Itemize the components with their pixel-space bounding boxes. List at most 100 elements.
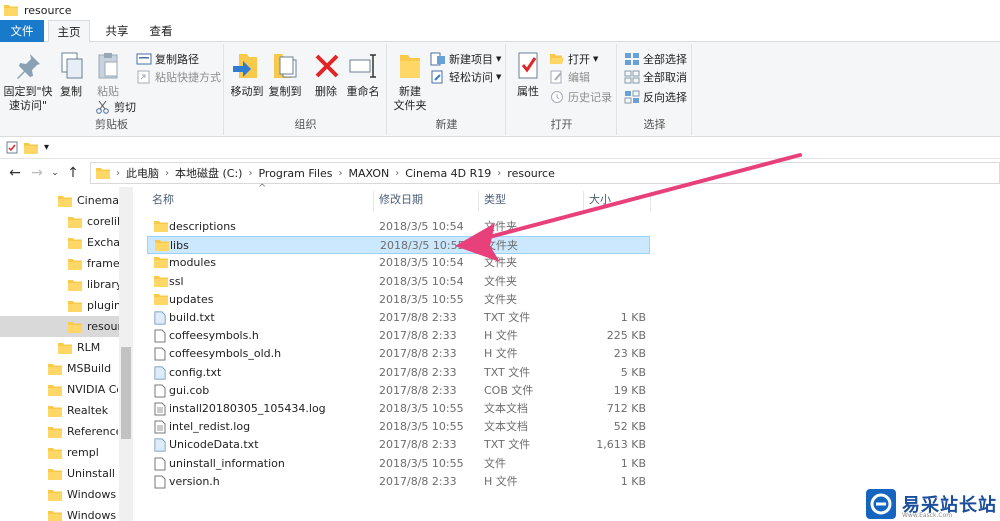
nav-item[interactable]: Windows D <box>48 505 118 521</box>
paste-shortcut-button[interactable]: 粘贴快捷方式 <box>136 68 221 86</box>
tab-file[interactable]: 文件 <box>0 20 44 42</box>
column-header-size[interactable]: 大小 <box>589 187 649 213</box>
column-header-name[interactable]: 名称 <box>152 187 372 213</box>
nav-item[interactable]: Reference <box>48 421 118 442</box>
nav-item[interactable]: RLM <box>58 337 119 358</box>
file-row[interactable]: install20180305_105434.log 2018/3/5 10:55… <box>147 400 650 418</box>
breadcrumb-maxon[interactable]: MAXON <box>349 167 390 180</box>
open-group-label: 打开 <box>550 118 573 131</box>
file-row[interactable]: version.h 2017/8/8 2:33 H 文件 1 KB <box>147 473 650 491</box>
paste-icon <box>92 50 124 82</box>
delete-button[interactable]: 删除 <box>311 50 341 99</box>
customize-toolbar-icon[interactable]: ▾ <box>44 142 49 153</box>
breadcrumb-resource[interactable]: resource <box>507 167 555 180</box>
rename-icon <box>347 50 379 82</box>
file-size: 52 KB <box>613 420 646 434</box>
nav-item[interactable]: Windows D <box>48 484 118 505</box>
file-row[interactable]: intel_redist.log 2018/3/5 10:55 文本文档 52 KB <box>147 418 650 436</box>
file-row[interactable]: uninstall_information 2018/3/5 10:55 文件 1 K… <box>147 455 650 473</box>
nav-item[interactable]: framewo <box>68 253 119 274</box>
clipboard-group-label: 剪贴板 <box>95 118 128 131</box>
file-type: H 文件 <box>484 474 518 488</box>
delete-label: 删除 <box>315 85 337 98</box>
properties-button[interactable]: 属性 <box>511 50 545 99</box>
file-type: 文本文档 <box>484 420 528 434</box>
breadcrumb-cinema4d[interactable]: Cinema 4D R19 <box>405 167 491 180</box>
move-to-button[interactable]: 移动到 <box>229 50 265 99</box>
new-folder-button[interactable]: 新建 文件夹 <box>392 50 428 113</box>
open-button[interactable]: 打开 ▼ <box>549 50 598 68</box>
folder-icon[interactable] <box>24 142 38 154</box>
rename-button[interactable]: 重命名 <box>343 50 383 99</box>
select-all-button[interactable]: 全部选择 <box>624 50 687 68</box>
properties-label: 属性 <box>517 85 539 98</box>
file-row[interactable]: config.txt 2017/8/8 2:33 TXT 文件 5 KB <box>147 364 650 382</box>
breadcrumb-program-files[interactable]: Program Files <box>258 167 332 180</box>
recent-locations-icon[interactable]: ⌄ <box>48 168 62 178</box>
select-all-label: 全部选择 <box>643 53 687 66</box>
column-header-type[interactable]: 类型 <box>484 187 584 213</box>
breadcrumb-this-pc[interactable]: 此电脑 <box>126 165 159 181</box>
file-row[interactable]: modules 2018/3/5 10:54 文件夹 <box>147 254 650 272</box>
tab-share[interactable]: 共享 <box>96 20 138 42</box>
nav-item[interactable]: rempl <box>48 442 118 463</box>
back-icon[interactable]: ← <box>4 165 26 181</box>
file-date: 2017/8/8 2:33 <box>379 347 457 361</box>
edit-button[interactable]: 编辑 <box>549 68 590 86</box>
file-row[interactable]: coffeesymbols.h 2017/8/8 2:33 H 文件 225 KB <box>147 327 650 345</box>
history-button[interactable]: 历史记录 <box>549 88 612 106</box>
file-icon <box>154 347 166 364</box>
column-header-date[interactable]: 修改日期 <box>379 187 479 213</box>
tab-view[interactable]: 查看 <box>140 20 182 42</box>
file-type: TXT 文件 <box>484 438 531 452</box>
nav-scrollbar-thumb[interactable] <box>121 347 131 439</box>
nav-item[interactable]: Exchang <box>68 232 119 253</box>
nav-item[interactable]: resourc <box>0 316 119 337</box>
nav-item[interactable]: NVIDIA Co <box>48 379 118 400</box>
cut-button[interactable]: 剪切 <box>95 98 136 116</box>
file-icon <box>154 402 166 419</box>
nav-item[interactable]: corelibs <box>68 211 119 232</box>
file-date: 2018/3/5 10:55 <box>379 456 464 470</box>
nav-item[interactable]: Cinema 4 <box>58 190 119 211</box>
easy-access-button[interactable]: 轻松访问 ▼ <box>430 68 501 86</box>
copy-path-label: 复制路径 <box>155 53 199 66</box>
chevron-down-icon: ▼ <box>496 73 502 81</box>
file-row[interactable]: gui.cob 2017/8/8 2:33 COB 文件 19 KB <box>147 382 650 400</box>
forward-icon[interactable]: → <box>26 165 48 181</box>
nav-item-label: Cinema 4 <box>77 194 119 207</box>
paste-button[interactable]: 粘贴 <box>92 50 124 99</box>
invert-selection-button[interactable]: 反向选择 <box>624 88 687 106</box>
file-row[interactable]: build.txt 2017/8/8 2:33 TXT 文件 1 KB <box>147 309 650 327</box>
file-icon <box>154 366 166 383</box>
file-row[interactable]: descriptions 2018/3/5 10:54 文件夹 <box>147 218 650 236</box>
file-row[interactable]: libs 2018/3/5 10:55 文件夹 <box>147 236 650 255</box>
tab-home[interactable]: 主页 <box>48 20 90 43</box>
file-row[interactable]: coffeesymbols_old.h 2017/8/8 2:33 H 文件 23 K… <box>147 345 650 363</box>
properties-icon[interactable] <box>6 141 18 154</box>
new-item-label: 新建项目 <box>449 53 493 66</box>
up-icon[interactable]: ↑ <box>62 165 84 181</box>
file-row[interactable]: updates 2018/3/5 10:55 文件夹 <box>147 291 650 309</box>
file-type: COB 文件 <box>484 383 534 397</box>
nav-item[interactable]: library <box>68 274 119 295</box>
file-row[interactable]: UnicodeData.txt 2017/8/8 2:33 TXT 文件 1,613 … <box>147 436 650 454</box>
breadcrumb-local-disk[interactable]: 本地磁盘 (C:) <box>175 165 242 181</box>
file-row[interactable]: ssl 2018/3/5 10:54 文件夹 <box>147 273 650 291</box>
nav-item[interactable]: MSBuild <box>48 358 118 379</box>
copy-to-button[interactable]: 复制到 <box>267 50 303 99</box>
file-name: modules <box>169 256 216 270</box>
copy-path-button[interactable]: 复制路径 <box>136 50 199 68</box>
nav-item[interactable]: Uninstall In <box>48 463 118 484</box>
folder-icon <box>68 216 82 228</box>
nav-item[interactable]: Realtek <box>48 400 118 421</box>
folder-icon <box>48 447 62 459</box>
pin-quick-access-button[interactable]: 固定到"快 速访问" <box>2 50 54 113</box>
select-none-button[interactable]: 全部取消 <box>624 68 687 86</box>
file-icon <box>154 311 166 328</box>
watermark: 易采站长站 Www.Easck.Com <box>864 487 1000 521</box>
new-item-button[interactable]: 新建项目 ▼ <box>430 50 501 68</box>
copy-button[interactable]: 复制 <box>56 50 86 99</box>
nav-item[interactable]: plugins <box>68 295 119 316</box>
address-bar[interactable]: › 此电脑 › 本地磁盘 (C:) › Program Files › MAXO… <box>90 162 1000 184</box>
